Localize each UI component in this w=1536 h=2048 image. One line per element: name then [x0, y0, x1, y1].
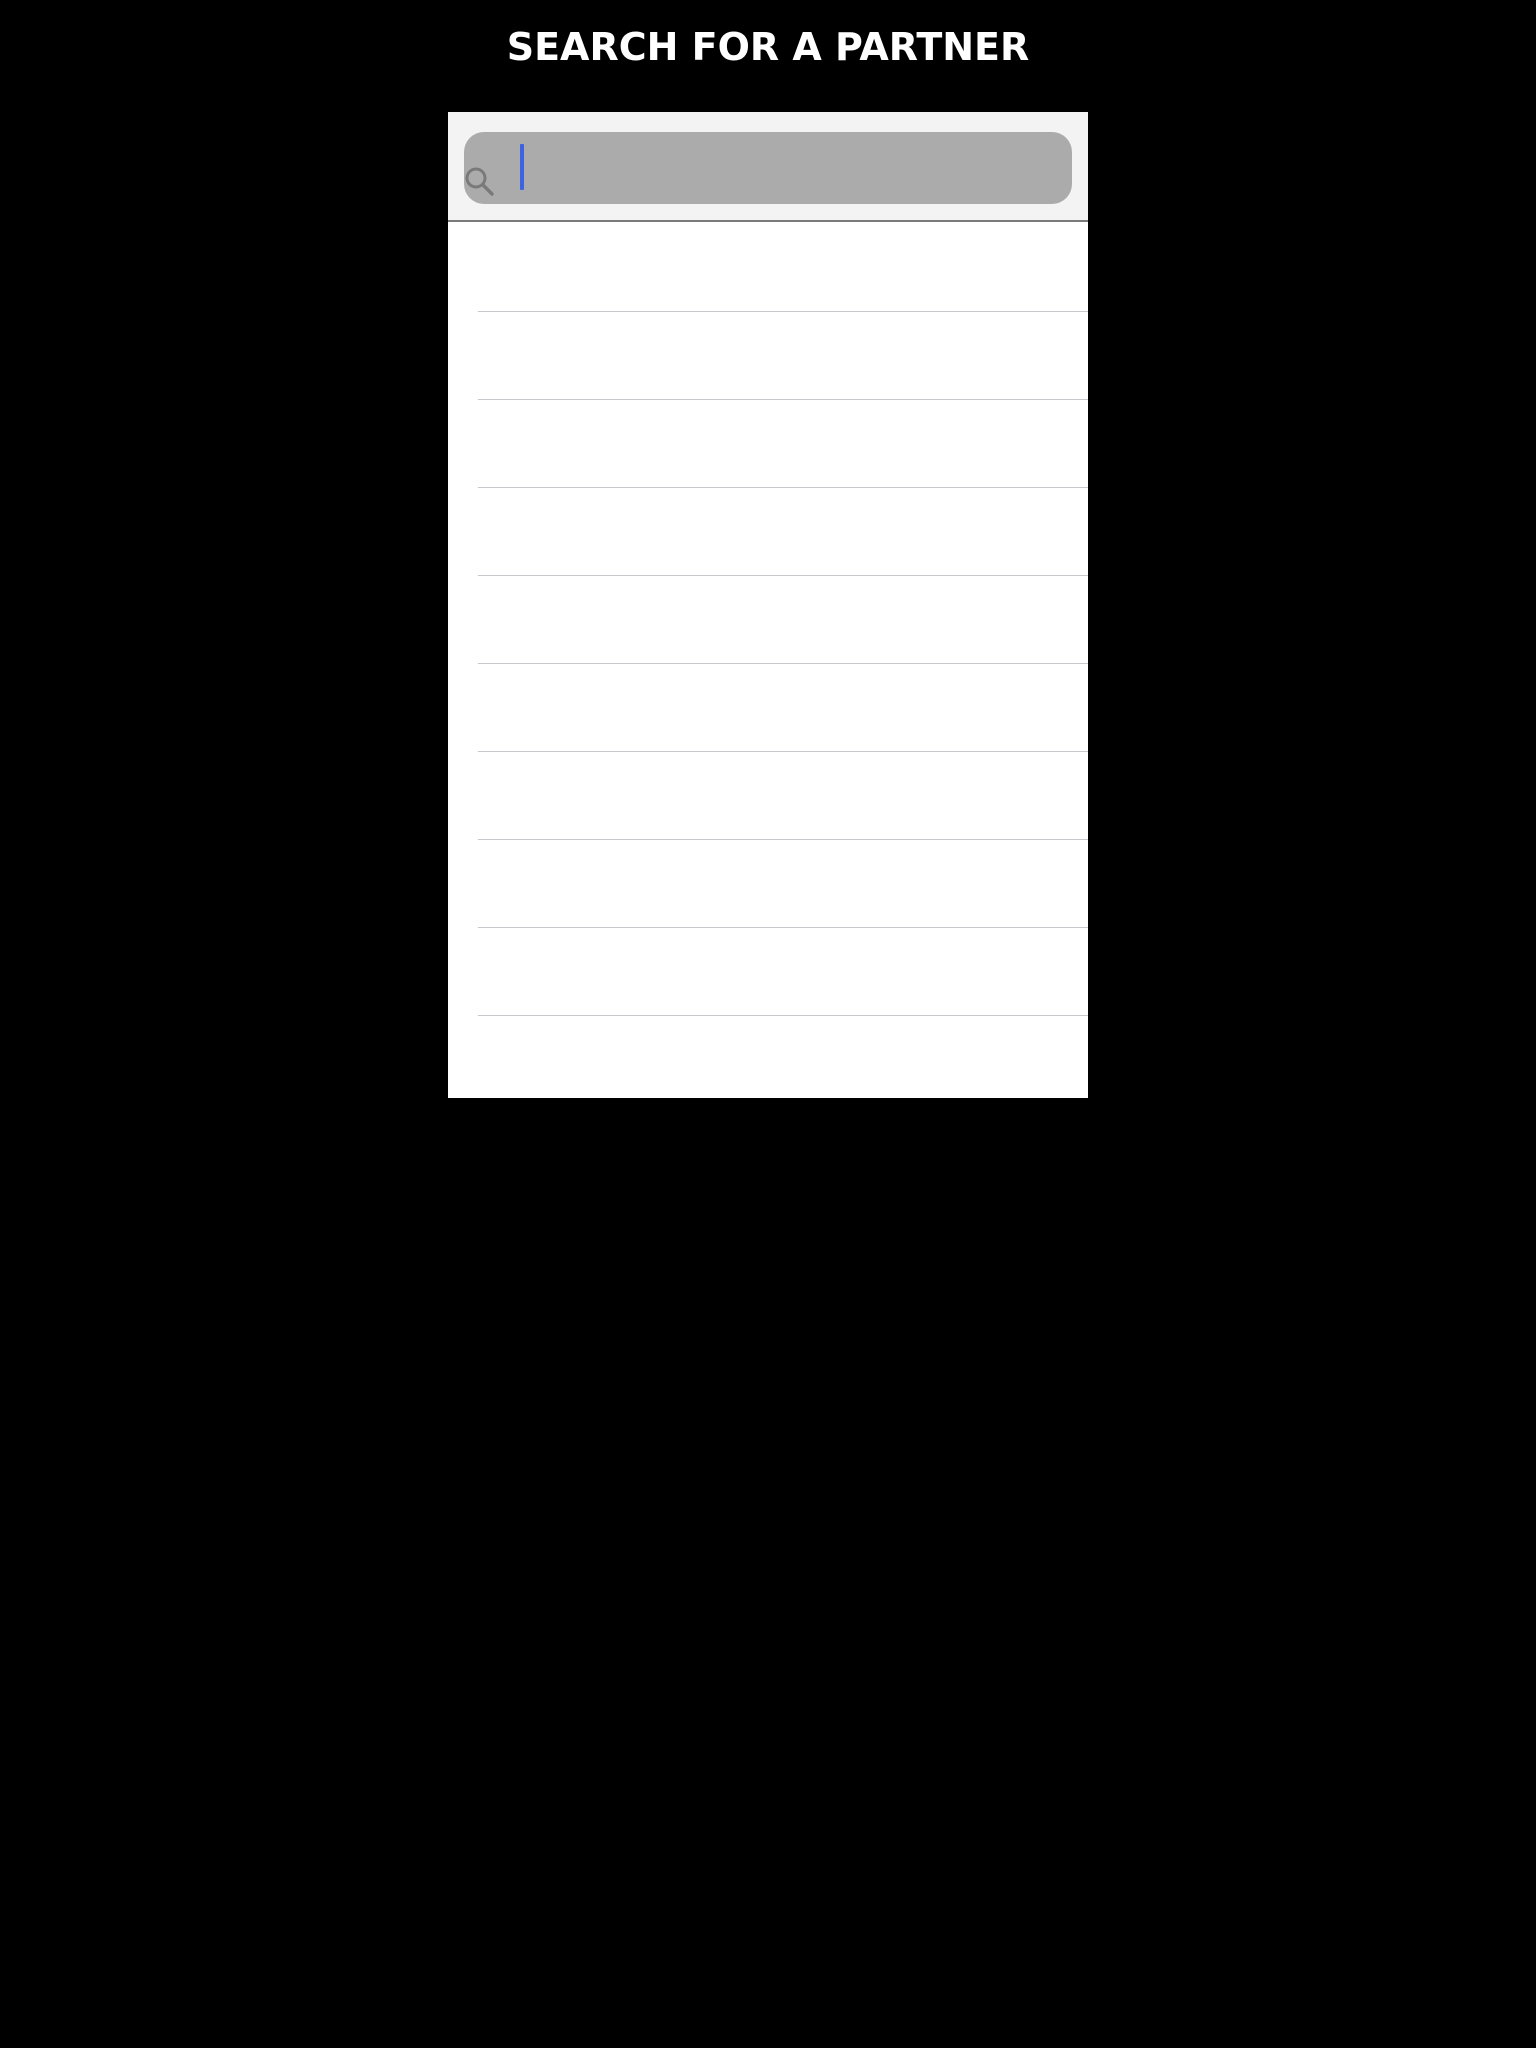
- list-item[interactable]: [448, 488, 1088, 576]
- list-item[interactable]: [448, 312, 1088, 400]
- search-bar: [448, 112, 1088, 222]
- results-list: [448, 224, 1088, 1098]
- list-item[interactable]: [448, 664, 1088, 752]
- list-item[interactable]: [448, 224, 1088, 312]
- list-item[interactable]: [448, 1016, 1088, 1098]
- search-field[interactable]: [464, 132, 1072, 204]
- search-input[interactable]: [516, 142, 1056, 194]
- search-icon: [464, 166, 496, 198]
- page: SEARCH FOR A PARTNER: [0, 0, 1536, 2048]
- partner-search-panel: [448, 112, 1088, 1098]
- list-item[interactable]: [448, 576, 1088, 664]
- page-title: SEARCH FOR A PARTNER: [506, 25, 1030, 69]
- list-item[interactable]: [448, 928, 1088, 1016]
- list-item[interactable]: [448, 840, 1088, 928]
- list-item[interactable]: [448, 400, 1088, 488]
- text-caret: [520, 144, 524, 190]
- list-item[interactable]: [448, 752, 1088, 840]
